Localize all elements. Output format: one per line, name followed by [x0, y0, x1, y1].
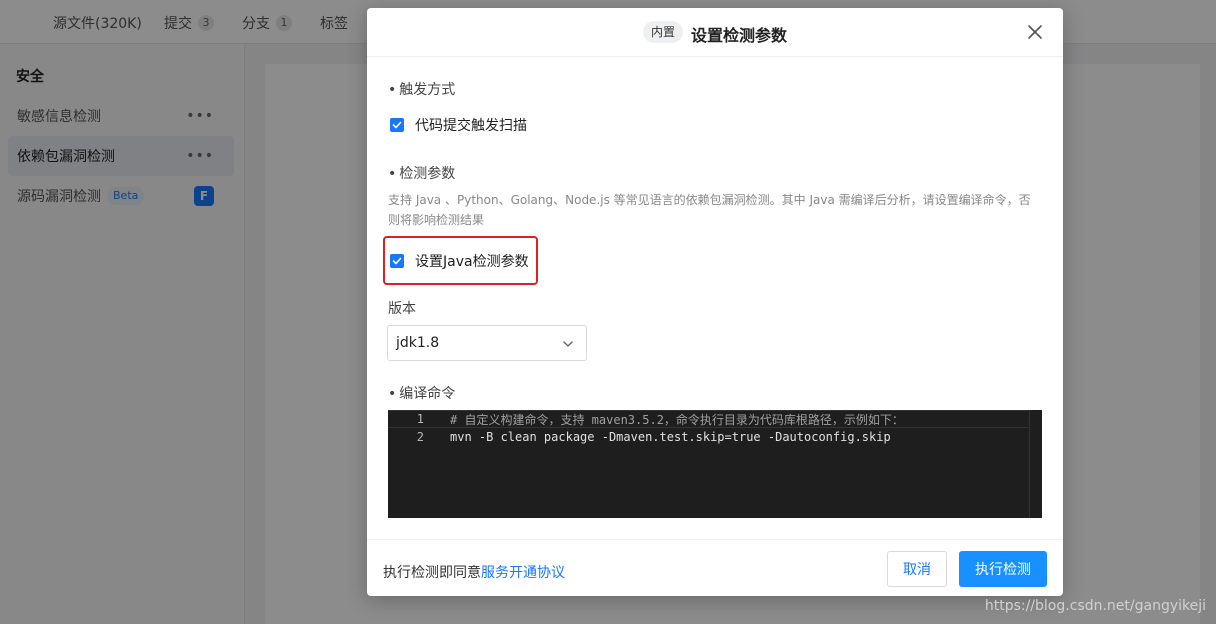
- cancel-button[interactable]: 取消: [887, 551, 947, 587]
- modal-header: 内置 设置检测参数: [367, 8, 1063, 57]
- checkbox-checked-icon[interactable]: [390, 118, 404, 132]
- trigger-checkbox-label: 代码提交触发扫描: [415, 118, 527, 134]
- run-check-button[interactable]: 执行检测: [959, 551, 1047, 587]
- version-label: 版本: [388, 301, 416, 317]
- service-agreement-link[interactable]: 服务开通协议: [481, 565, 565, 581]
- line-number: 2: [416, 430, 424, 444]
- params-section-label: • 检测参数: [388, 166, 456, 182]
- params-description: 支持 Java 、Python、Golang、Node.js 等常见语言的依赖包…: [388, 193, 1031, 227]
- compile-command-editor[interactable]: 1 # 自定义构建命令，支持 maven3.5.2，命令执行目录为代码库根路径，…: [388, 410, 1042, 518]
- line-number: 1: [416, 412, 424, 426]
- line-code: mvn -B clean package -Dmaven.test.skip=t…: [450, 430, 891, 444]
- line-code: # 自定义构建命令，支持 maven3.5.2，命令执行目录为代码库根路径，示例…: [450, 412, 904, 427]
- java-params-checkbox-row[interactable]: 设置Java检测参数: [390, 251, 529, 271]
- agreement-text: 执行检测即同意服务开通协议: [383, 565, 565, 581]
- version-select[interactable]: jdk1.8: [387, 325, 587, 361]
- trigger-checkbox-row[interactable]: 代码提交触发扫描: [390, 115, 527, 135]
- settings-modal: 内置 设置检测参数 • 触发方式 代码提交触发扫描 • 检测参数 支持 Java 、…: [367, 8, 1063, 596]
- close-icon[interactable]: [1025, 22, 1045, 42]
- editor-scrollbar[interactable]: [1029, 410, 1030, 518]
- trigger-section-label: • 触发方式: [388, 82, 456, 98]
- builtin-badge: 内置: [643, 21, 684, 43]
- version-selected-value: jdk1.8: [396, 335, 440, 351]
- checkbox-checked-icon[interactable]: [390, 254, 404, 268]
- java-params-checkbox-label: 设置Java检测参数: [415, 254, 529, 270]
- modal-footer: 执行检测即同意服务开通协议 取消 执行检测: [367, 539, 1063, 596]
- compile-section-label: • 编译命令: [388, 386, 456, 402]
- chevron-down-icon: [562, 338, 574, 354]
- editor-line: 1 # 自定义构建命令，支持 maven3.5.2，命令执行目录为代码库根路径，…: [388, 410, 1028, 428]
- modal-title: 设置检测参数: [691, 26, 788, 45]
- watermark: https://blog.csdn.net/gangyikeji: [984, 598, 1206, 614]
- editor-line: 2 mvn -B clean package -Dmaven.test.skip…: [388, 428, 1028, 446]
